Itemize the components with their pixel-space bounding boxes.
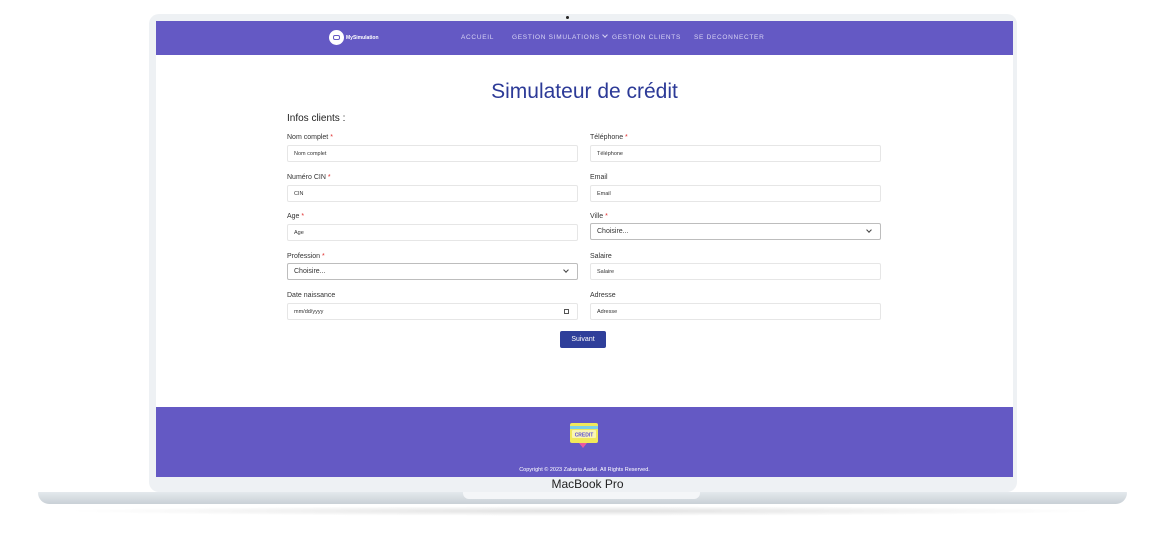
salaire-label: Salaire — [590, 253, 612, 260]
nav-accueil[interactable]: ACCUEIL — [461, 34, 494, 41]
required-marker: * — [327, 174, 331, 181]
screen: MySimulation ACCUEIL GESTION SIMULATIONS… — [156, 21, 1013, 477]
chevron-down-icon — [866, 227, 872, 233]
footer: CREDIT Copyright © 2023 Zakaria Aadel. A… — [156, 407, 1013, 477]
profession-select[interactable]: Choisire... — [287, 263, 578, 280]
age-label: Age * — [287, 213, 304, 220]
navbar: MySimulation ACCUEIL GESTION SIMULATIONS… — [156, 21, 1013, 55]
credit-badge-text: CREDIT — [575, 433, 594, 439]
cin-label-text: Numéro CIN — [287, 174, 326, 181]
adresse-placeholder: Adresse — [597, 309, 618, 315]
ville-label: Ville * — [590, 213, 608, 220]
nom-label-text: Nom complet — [287, 134, 329, 141]
profession-value: Choisire... — [294, 268, 326, 275]
cin-placeholder: CIN — [294, 191, 304, 197]
required-marker: * — [330, 134, 333, 141]
adresse-label: Adresse — [590, 292, 616, 299]
brand-name: MySimulation — [346, 34, 379, 41]
nav-gestion-clients[interactable]: GESTION CLIENTS — [612, 34, 681, 41]
laptop-shadow — [60, 506, 1105, 516]
ville-label-text: Ville — [590, 213, 604, 220]
nom-input[interactable]: Nom complet — [287, 145, 578, 162]
profession-label: Profession * — [287, 253, 325, 260]
ville-select[interactable]: Choisire... — [590, 223, 881, 240]
required-marker: * — [301, 213, 305, 220]
nav-se-deconnecter[interactable]: SE DECONNECTER — [694, 34, 764, 41]
email-label: Email — [590, 174, 608, 181]
adresse-input[interactable]: Adresse — [590, 303, 881, 320]
cin-input[interactable]: CIN — [287, 185, 578, 202]
telephone-label-text: Téléphone — [590, 134, 624, 141]
email-input[interactable]: Email — [590, 185, 881, 202]
age-placeholder: Age — [294, 230, 304, 236]
telephone-input[interactable]: Téléphone — [590, 145, 881, 162]
email-placeholder: Email — [597, 191, 611, 197]
cin-label: Numéro CIN * — [287, 174, 331, 181]
logo-icon — [329, 30, 344, 45]
nom-placeholder: Nom complet — [294, 151, 327, 157]
telephone-label: Téléphone * — [590, 134, 628, 141]
brand-logo[interactable]: MySimulation — [329, 30, 379, 45]
salaire-placeholder: Salaire — [597, 269, 615, 275]
required-marker: * — [605, 213, 608, 220]
laptop-notch — [463, 492, 700, 499]
required-marker: * — [322, 253, 325, 260]
ville-value: Choisire... — [597, 228, 629, 235]
credit-card-icon: CREDIT — [570, 423, 598, 448]
copyright-text: Copyright © 2023 Zakaria Aadel. All Righ… — [519, 467, 650, 473]
age-label-text: Age — [287, 213, 300, 220]
nav-gestion-simulations[interactable]: GESTION SIMULATIONS — [512, 32, 608, 41]
suivant-button[interactable]: Suivant — [560, 331, 606, 348]
nav-gestion-simulations-label: GESTION SIMULATIONS — [512, 34, 600, 41]
profession-label-text: Profession — [287, 253, 321, 260]
device-label: MacBook Pro — [551, 477, 624, 491]
chevron-down-icon — [563, 267, 569, 273]
date-label: Date naissance — [287, 292, 336, 299]
nom-label: Nom complet * — [287, 134, 333, 141]
camera-icon — [566, 16, 569, 19]
required-marker: * — [625, 134, 628, 141]
calendar-icon[interactable] — [564, 309, 569, 314]
date-input[interactable]: mm/dd/yyyy — [287, 303, 578, 320]
salaire-input[interactable]: Salaire — [590, 263, 881, 280]
age-input[interactable]: Age — [287, 224, 578, 241]
chevron-down-icon — [602, 32, 608, 38]
section-title: Infos clients : — [287, 113, 346, 124]
telephone-placeholder: Téléphone — [597, 151, 623, 157]
page-title: Simulateur de crédit — [491, 80, 678, 103]
date-placeholder: mm/dd/yyyy — [294, 309, 324, 315]
